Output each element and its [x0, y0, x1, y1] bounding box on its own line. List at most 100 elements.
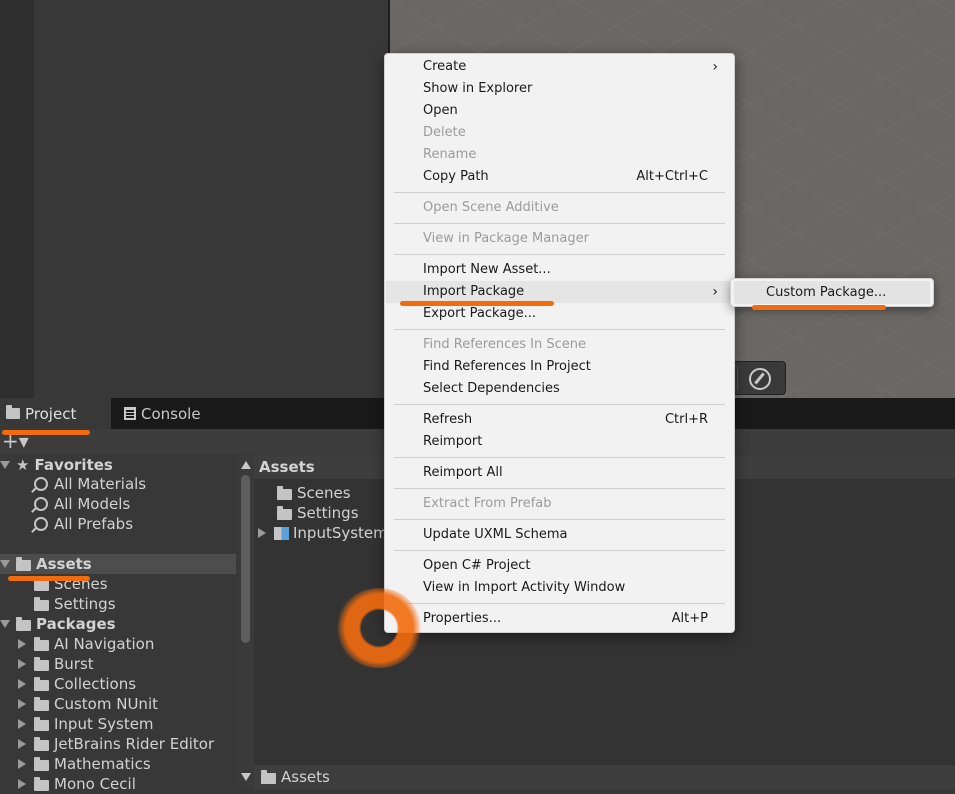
tree-item-all-materials[interactable]: All Materials	[34, 474, 146, 494]
scroll-up-icon[interactable]	[241, 461, 251, 469]
collapse-arrow-icon[interactable]	[18, 639, 26, 649]
menu-item-custom-package[interactable]: Custom Package...	[734, 281, 930, 304]
menu-item-import-new-asset[interactable]: Import New Asset...	[386, 259, 733, 281]
tree-label: Assets	[36, 555, 92, 573]
asset-folder-scenes[interactable]: Scenes	[277, 483, 351, 503]
asset-label: InputSystem	[293, 524, 388, 542]
menu-item-reimport-all[interactable]: Reimport All	[386, 462, 733, 484]
menu-shortcut: Alt+Ctrl+C	[636, 169, 708, 184]
import-package-submenu: Custom Package...	[730, 278, 934, 307]
collapse-arrow-icon[interactable]	[18, 759, 26, 769]
collapse-arrow-icon[interactable]	[18, 719, 26, 729]
tree-favorites[interactable]: ★ Favorites	[0, 455, 113, 475]
scroll-down-icon[interactable]	[241, 773, 251, 781]
compass-icon[interactable]	[749, 368, 771, 390]
menu-item-reimport[interactable]: Reimport	[386, 431, 733, 453]
folder-icon	[34, 596, 49, 611]
menu-item-open-csharp-project[interactable]: Open C# Project	[386, 555, 733, 577]
menu-separator	[394, 603, 725, 604]
tree-label: JetBrains Rider Editor	[54, 735, 215, 753]
collapse-arrow-icon[interactable]	[18, 779, 26, 789]
folder-open-icon	[16, 616, 31, 631]
menu-item-properties[interactable]: Properties... Alt+P	[386, 608, 733, 630]
asset-folder-settings[interactable]: Settings	[277, 503, 359, 523]
menu-item-update-uxml-schema[interactable]: Update UXML Schema	[386, 524, 733, 546]
collapse-arrow-icon[interactable]	[18, 739, 26, 749]
tab-project[interactable]: Project	[0, 398, 111, 429]
expand-arrow-icon[interactable]	[0, 461, 10, 469]
folder-open-icon	[16, 556, 31, 571]
asset-inputsystem[interactable]: InputSystem	[258, 523, 388, 543]
menu-item-select-dependencies[interactable]: Select Dependencies	[386, 378, 733, 400]
folder-icon	[34, 676, 49, 691]
menu-item-label: Create	[423, 59, 467, 74]
menu-item-label: Copy Path	[423, 169, 489, 184]
tree-item-settings[interactable]: Settings	[34, 594, 116, 614]
folder-icon	[34, 736, 49, 751]
menu-item-label: Select Dependencies	[423, 381, 560, 396]
menu-item-label: Open C# Project	[423, 558, 531, 573]
menu-separator	[394, 488, 725, 489]
tree-item-package[interactable]: JetBrains Rider Editor	[18, 734, 214, 754]
folder-icon	[6, 405, 20, 419]
menu-item-label: Export Package...	[423, 306, 536, 321]
chevron-right-icon: ›	[712, 59, 718, 75]
tree-item-package[interactable]: Input System	[18, 714, 154, 734]
menu-item-label: Rename	[423, 147, 477, 162]
menu-item-label: Reimport	[423, 434, 483, 449]
path-label: Assets	[281, 768, 330, 786]
tree-item-package[interactable]: Collections	[18, 674, 136, 694]
menu-item-label: Open Scene Additive	[423, 200, 559, 215]
menu-item-create[interactable]: Create ›	[386, 56, 733, 78]
menu-item-find-references-in-project[interactable]: Find References In Project	[386, 356, 733, 378]
menu-item-copy-path[interactable]: Copy Path Alt+Ctrl+C	[386, 166, 733, 188]
collapse-arrow-icon[interactable]	[18, 679, 26, 689]
menu-item-export-package[interactable]: Export Package...	[386, 303, 733, 325]
tree-assets[interactable]: Assets	[0, 554, 236, 574]
tree-label: Burst	[54, 655, 94, 673]
tree-label: All Materials	[54, 475, 147, 493]
tab-console[interactable]: Console	[124, 398, 234, 429]
collapse-arrow-icon[interactable]	[258, 528, 266, 538]
menu-item-import-package[interactable]: Import Package ›	[386, 281, 733, 303]
tree-label: AI Navigation	[54, 635, 155, 653]
menu-item-extract-from-prefab: Extract From Prefab	[386, 493, 733, 515]
menu-item-label: Find References In Project	[423, 359, 591, 374]
tree-packages[interactable]: Packages	[0, 614, 116, 634]
collapse-arrow-icon[interactable]	[18, 659, 26, 669]
menu-item-label: Properties...	[423, 611, 502, 626]
collapse-arrow-icon[interactable]	[18, 699, 26, 709]
star-icon: ★	[16, 456, 30, 474]
asset-label: Settings	[297, 504, 359, 522]
hierarchy-panel	[34, 0, 388, 398]
tree-item-package[interactable]: Mathematics	[18, 754, 151, 774]
menu-item-label: Refresh	[423, 412, 473, 427]
menu-item-label: Update UXML Schema	[423, 527, 568, 542]
menu-item-refresh[interactable]: Refresh Ctrl+R	[386, 409, 733, 431]
tree-item-package[interactable]: Mono Cecil	[18, 774, 136, 794]
context-menu: Create › Show in Explorer Open Delete Ren…	[384, 53, 735, 633]
tree-label: Packages	[36, 615, 116, 633]
scroll-thumb[interactable]	[241, 475, 250, 643]
tree-item-package[interactable]: Burst	[18, 654, 94, 674]
menu-separator	[394, 329, 725, 330]
tab-console-label: Console	[141, 404, 201, 423]
content-path-bar: Assets	[254, 765, 955, 789]
menu-item-show-in-explorer[interactable]: Show in Explorer	[386, 78, 733, 100]
tree-item-all-models[interactable]: All Models	[34, 494, 130, 514]
expand-arrow-icon[interactable]	[0, 620, 10, 628]
menu-item-open[interactable]: Open	[386, 100, 733, 122]
asset-label: Scenes	[297, 484, 351, 502]
menu-item-open-scene-additive: Open Scene Additive	[386, 197, 733, 219]
menu-item-label: Show in Explorer	[423, 81, 533, 96]
tree-item-package[interactable]: AI Navigation	[18, 634, 154, 654]
tree-item-package[interactable]: Custom NUnit	[18, 694, 158, 714]
menu-shortcut: Ctrl+R	[664, 412, 708, 427]
menu-item-label: Open	[423, 103, 458, 118]
expand-arrow-icon[interactable]	[0, 560, 10, 568]
menu-item-view-in-import-activity[interactable]: View in Import Activity Window	[386, 577, 733, 599]
tree-scrollbar[interactable]	[238, 455, 254, 789]
annotation-underline	[2, 430, 90, 435]
tree-item-all-prefabs[interactable]: All Prefabs	[34, 514, 133, 534]
input-actions-icon	[274, 526, 289, 540]
